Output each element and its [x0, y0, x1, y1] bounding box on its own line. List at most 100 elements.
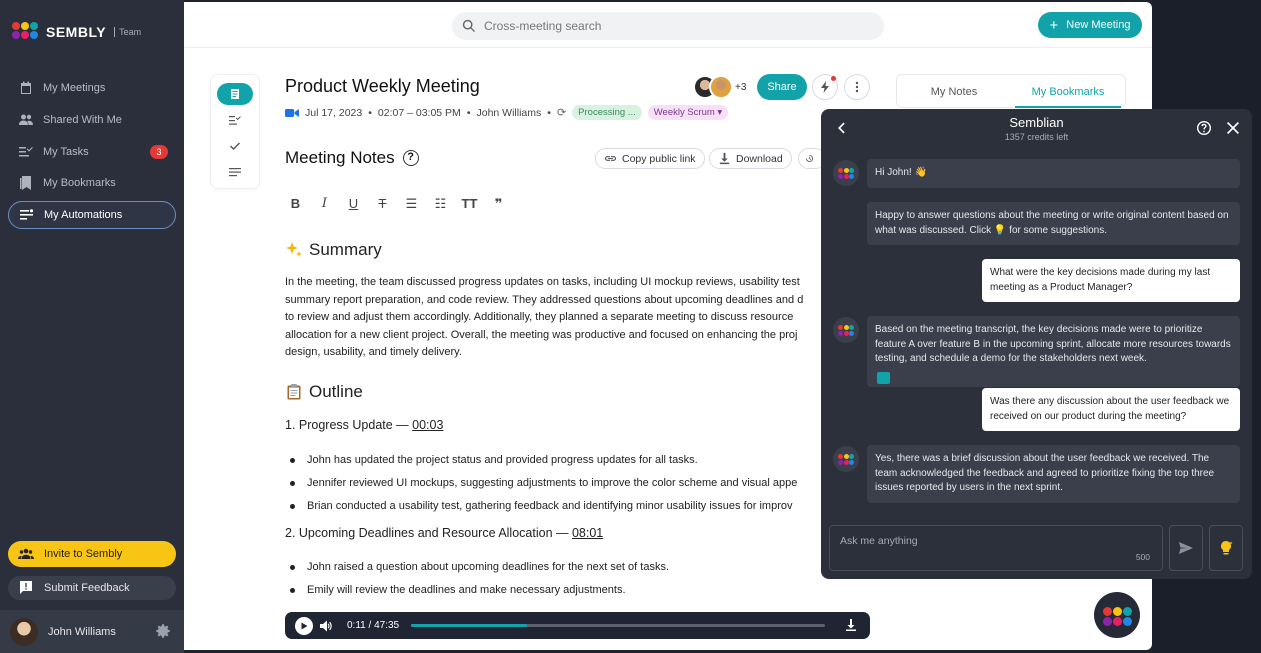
logo[interactable]: SEMBLY Team [12, 22, 141, 42]
meeting-title: Product Weekly Meeting [285, 76, 480, 96]
sidebar-item-label: My Meetings [43, 82, 106, 94]
participant-avatar [709, 75, 733, 99]
play-button[interactable] [295, 616, 313, 635]
copy-public-link-button[interactable]: Copy public link [595, 148, 705, 169]
sync-icon: ⟳ [556, 107, 567, 119]
link-icon [604, 156, 617, 161]
more-options-button[interactable] [844, 74, 870, 100]
sidebar-item-my-bookmarks[interactable]: My Bookmarks [8, 169, 176, 197]
chat-message-bot: Based on the meeting transcript, the key… [867, 316, 1240, 387]
new-meeting-button[interactable]: + New Meeting [1038, 12, 1142, 38]
semblian-logo-icon [1103, 607, 1132, 626]
semblian-avatar [833, 317, 859, 343]
avatar [10, 617, 38, 646]
sidebar: SEMBLY Team My Meetings Shared With Me M… [0, 0, 184, 653]
text-size-icon[interactable]: TT [459, 196, 480, 212]
section-bullets: John has updated the project status and … [285, 449, 825, 518]
sidebar-item-my-automations[interactable]: My Automations [8, 201, 176, 230]
sidebar-item-label: Shared With Me [43, 113, 122, 126]
gear-icon[interactable] [154, 622, 172, 640]
meeting-owner: John Williams [476, 106, 542, 119]
user-name: John Williams [48, 625, 116, 638]
sparkles-icon [285, 241, 303, 259]
underline-icon[interactable]: U [343, 196, 364, 212]
tab-my-bookmarks[interactable]: My Bookmarks [1011, 75, 1125, 108]
section-timestamp-link[interactable]: 08:01 [572, 526, 603, 540]
suggestions-button[interactable] [1209, 525, 1243, 571]
quote-icon[interactable]: ❞ [488, 196, 509, 212]
sidebar-item-label: My Tasks [43, 145, 89, 158]
history-icon [805, 154, 814, 163]
meeting-time: 02:07 – 03:05 PM [377, 106, 461, 119]
bookmarks-icon [20, 176, 31, 191]
new-meeting-label: New Meeting [1066, 19, 1131, 31]
thumbs-up-icon[interactable] [877, 372, 890, 384]
section-timestamp-link[interactable]: 00:03 [412, 418, 443, 432]
progress-track[interactable] [411, 624, 826, 627]
meeting-date: Jul 17, 2023 [305, 106, 363, 119]
participants[interactable]: +3 [693, 75, 746, 99]
search-placeholder: Cross-meeting search [484, 19, 602, 33]
transcript-view-button[interactable] [217, 161, 253, 183]
meeting-notes-title: Meeting Notes [285, 148, 395, 167]
meeting-meta: Jul 17, 2023 • 02:07 – 03:05 PM • John W… [285, 105, 729, 120]
volume-icon[interactable] [319, 619, 333, 633]
download-button[interactable]: Download [709, 148, 792, 169]
check-view-button[interactable] [217, 135, 253, 157]
tab-my-notes[interactable]: My Notes [897, 75, 1011, 107]
feedback-label: Submit Feedback [44, 582, 130, 594]
user-profile[interactable]: John Williams [0, 610, 184, 653]
outline-section-title: 1. Progress Update — 00:03 [285, 418, 825, 440]
automation-button[interactable] [812, 74, 838, 100]
search-input[interactable]: Cross-meeting search [452, 12, 884, 40]
section-title-text: 1. Progress Update — [285, 417, 413, 432]
summary-line: summary report preparation, and code rev… [285, 293, 804, 306]
notes-view-button[interactable] [217, 83, 253, 105]
section-bullets: John raised a question about upcoming de… [285, 556, 825, 602]
check-icon [230, 142, 240, 150]
summary-heading: Summary [285, 238, 825, 262]
plus-icon: + [1049, 16, 1059, 34]
calendar-icon [21, 81, 31, 94]
chat-input[interactable]: Ask me anything 500 [829, 525, 1163, 571]
status-badge: Processing ... [572, 105, 642, 120]
submit-feedback-button[interactable]: Submit Feedback [8, 576, 176, 600]
bulleted-list-icon[interactable]: ☰ [401, 196, 422, 212]
sidebar-item-my-tasks[interactable]: My Tasks 3 [8, 138, 176, 166]
close-icon[interactable] [1225, 120, 1241, 136]
logo-icon [12, 22, 40, 42]
invite-button[interactable]: Invite to Sembly [8, 541, 176, 567]
summary-line: In the meeting, the team discussed progr… [285, 276, 800, 288]
lightning-icon [821, 81, 829, 93]
share-button[interactable]: Share [757, 74, 807, 100]
strikethrough-icon[interactable]: T [372, 196, 393, 212]
bold-icon[interactable]: B [285, 196, 306, 212]
list-item: Brian conducted a usability test, gather… [285, 495, 825, 518]
meeting-type-tag[interactable]: Weekly Scrum ▾ [647, 105, 729, 120]
italic-icon[interactable]: I [314, 196, 335, 212]
feedback-icon [20, 581, 32, 594]
send-icon [1179, 542, 1193, 554]
help-circle-icon[interactable] [1196, 120, 1212, 136]
help-icon[interactable]: ? [402, 150, 419, 166]
tasks-view-button[interactable] [217, 109, 253, 131]
meeting-notes-heading: Meeting Notes ? [285, 148, 419, 168]
numbered-list-icon[interactable]: ☷ [430, 196, 451, 212]
copy-link-label: Copy public link [622, 152, 696, 165]
semblian-avatar [833, 160, 859, 186]
sidebar-item-label: My Bookmarks [43, 177, 116, 190]
brand-name: SEMBLY [46, 24, 107, 40]
summary-text: In the meeting, the team discussed progr… [285, 274, 825, 362]
tasks-icon [19, 146, 33, 157]
sidebar-item-my-meetings[interactable]: My Meetings [8, 74, 176, 102]
checklist-icon [229, 116, 241, 125]
notes-tabs: My Notes My Bookmarks [896, 74, 1126, 108]
semblian-launcher-button[interactable] [1094, 592, 1140, 638]
send-button[interactable] [1169, 525, 1203, 571]
summary-line: design, usability, and timely delivery. [285, 346, 462, 358]
progress-fill [411, 624, 528, 627]
meta-separator: • [547, 106, 551, 119]
download-audio-icon[interactable] [844, 618, 858, 632]
chat-input-placeholder: Ask me anything [840, 535, 918, 547]
sidebar-item-shared-with-me[interactable]: Shared With Me [8, 106, 176, 134]
